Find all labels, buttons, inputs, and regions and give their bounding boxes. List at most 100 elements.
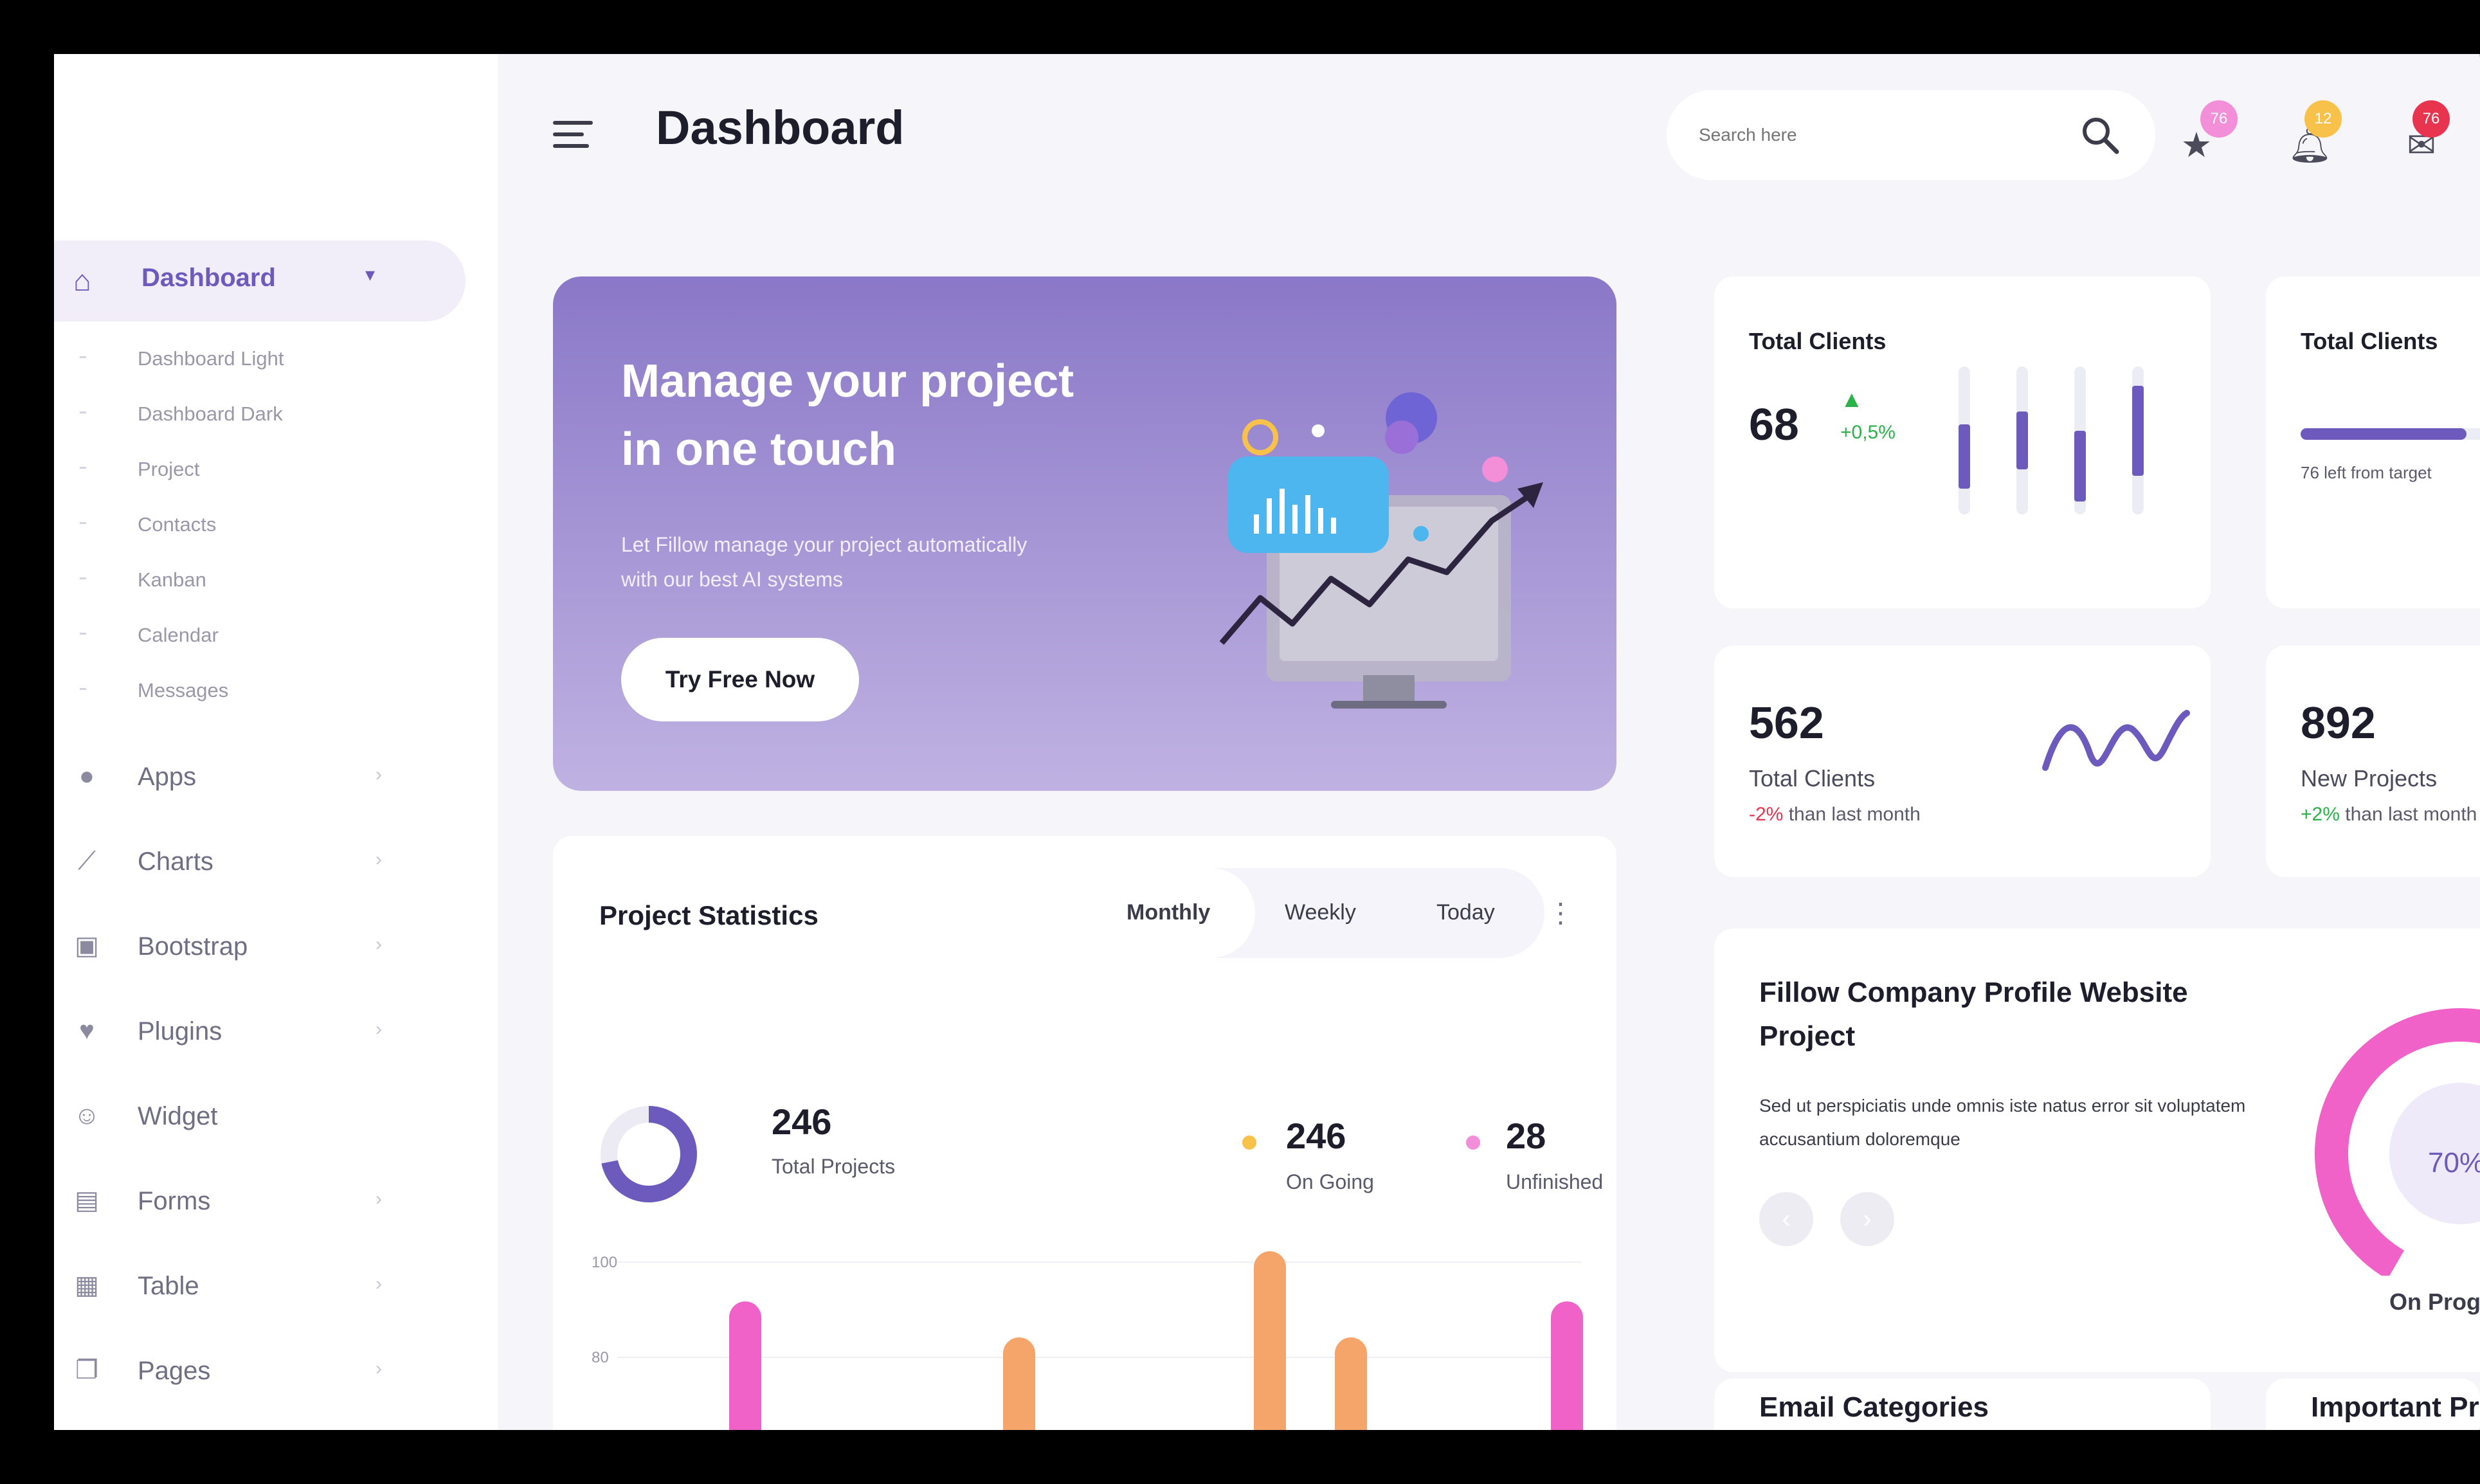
hamburger-menu-icon[interactable] <box>553 121 593 153</box>
card-value: 562 <box>1749 698 1824 748</box>
bullet-icon <box>80 356 86 358</box>
card-value: 892 <box>2301 698 2376 748</box>
card-title: Total Clients <box>2301 328 2438 354</box>
search-icon[interactable] <box>2079 114 2121 156</box>
arrow-right-icon[interactable]: › <box>1840 1192 1894 1246</box>
card-title: Fillow Company Profile Website Project <box>1759 977 2188 1052</box>
heart-icon: ♥ <box>79 1017 95 1045</box>
info-circle-icon: ● <box>78 762 95 790</box>
favorites-badge: 76 <box>2200 100 2238 138</box>
bootstrap-icon: ▣ <box>75 932 99 960</box>
search-bar <box>1667 90 2155 180</box>
chart-bar <box>729 1301 761 1430</box>
chevron-icon: › <box>376 1018 382 1040</box>
sidebar-item-charts[interactable]: ⟋ Charts › <box>54 832 466 890</box>
submenu-label: Project <box>138 458 200 480</box>
important-projects-card: Important Projects <box>2266 1379 2480 1430</box>
card-change-line: +2% than last month <box>2301 804 2477 826</box>
sidebar-item-forms[interactable]: ▤ Forms › <box>54 1172 466 1229</box>
submenu-item-messages[interactable]: Messages <box>54 671 440 710</box>
bullet-icon <box>80 412 86 413</box>
sidebar-item-label: Forms <box>138 1187 211 1215</box>
submenu-label: Dashboard Dark <box>138 403 283 425</box>
user-widget-icon: ☺ <box>73 1101 100 1130</box>
progress-label: On Progress <box>2389 1289 2480 1315</box>
chart-bar <box>1335 1337 1367 1430</box>
chevron-icon: › <box>376 1358 382 1379</box>
chevron-icon: › <box>376 764 382 785</box>
device-frame: ⌂ Dashboard ▾ Dashboard Light Dashboard … <box>0 0 2480 1484</box>
search-input[interactable] <box>1697 118 2034 152</box>
card-value: 68 <box>1749 399 1799 449</box>
submenu-item-kanban[interactable]: Kanban <box>54 561 440 599</box>
line-chart-icon: ⟋ <box>78 847 96 875</box>
table-icon: ▦ <box>75 1271 99 1299</box>
submenu-item-contacts[interactable]: Contacts <box>54 505 440 544</box>
sidebar-item-pages[interactable]: ❐ Pages › <box>54 1341 466 1399</box>
card-title: Important Projects <box>2311 1391 2480 1423</box>
submenu-item-dashboard-dark[interactable]: Dashboard Dark <box>54 395 440 433</box>
app-screen: ⌂ Dashboard ▾ Dashboard Light Dashboard … <box>54 54 2480 1430</box>
progress-track <box>2301 428 2480 440</box>
try-free-now-button[interactable]: Try Free Now <box>621 638 859 721</box>
sidebar-item-apps[interactable]: ● Apps › <box>54 747 466 805</box>
card-description: Sed ut perspiciatis unde omnis iste natu… <box>1759 1096 2246 1149</box>
project-progress-card: Fillow Company Profile Website Project S… <box>1714 928 2480 1372</box>
pages-icon: ❐ <box>75 1356 98 1384</box>
sidebar-item-label: Plugins <box>138 1017 222 1045</box>
chart-bar <box>1551 1301 1583 1430</box>
submenu-label: Dashboard Light <box>138 347 284 370</box>
arrow-up-icon: ▲ <box>1840 386 1863 412</box>
submenu-label: Kanban <box>138 568 206 591</box>
hero-banner: Manage your project in one touch Let Fill… <box>553 276 1616 791</box>
sidebar-item-dashboard[interactable]: ⌂ Dashboard ▾ <box>54 240 466 321</box>
arrow-left-icon[interactable]: ‹ <box>1759 1192 1813 1246</box>
card-change: +0,5% <box>1840 422 1896 443</box>
project-statistics-card: Project Statistics Monthly Weekly Today … <box>553 836 1616 1430</box>
chevron-icon: › <box>376 1273 382 1294</box>
total-clients-bars-card: Total Clients 68 ▲ +0,5% <box>1714 276 2211 608</box>
submenu-item-project[interactable]: Project <box>54 450 440 489</box>
email-categories-card: Email Categories <box>1714 1379 2211 1430</box>
sidebar-item-table[interactable]: ▦ Table › <box>54 1256 466 1314</box>
card-subtitle: 76 left from target <box>2301 463 2432 482</box>
sparkline-chart <box>2042 710 2190 771</box>
bullet-icon <box>80 522 86 524</box>
sidebar-item-widget[interactable]: ☺ Widget <box>54 1087 466 1145</box>
sidebar-item-label: Charts <box>138 847 213 876</box>
card-label: New Projects <box>2301 765 2438 792</box>
card-label: Total Clients <box>1749 765 1876 792</box>
dashboard-illustration <box>1219 392 1543 709</box>
hero-title-line: in one touch <box>621 424 896 475</box>
bullet-icon <box>80 633 86 635</box>
sidebar: ⌂ Dashboard ▾ Dashboard Light Dashboard … <box>54 54 498 1430</box>
submenu-item-calendar[interactable]: Calendar <box>54 616 440 655</box>
bullet-icon <box>80 467 86 469</box>
bullet-icon <box>80 577 86 579</box>
sidebar-item-label: Bootstrap <box>138 932 248 961</box>
submenu-label: Calendar <box>138 624 219 646</box>
home-icon: ⌂ <box>73 264 91 297</box>
hero-description: Let Fillow manage your project automatic… <box>621 527 1174 597</box>
chevron-icon: › <box>376 849 382 870</box>
bar-chart-area <box>553 836 1616 1430</box>
card-title: Total Clients <box>1749 328 1887 354</box>
progress-value: 70% <box>2428 1147 2480 1179</box>
submenu-item-dashboard-light[interactable]: Dashboard Light <box>54 339 440 378</box>
hero-description-line: with our best AI systems <box>621 568 844 591</box>
sidebar-item-label: Table <box>138 1272 199 1300</box>
card-change: +2% <box>2301 804 2340 825</box>
sidebar-item-plugins[interactable]: ♥ Plugins › <box>54 1002 466 1060</box>
bullet-icon <box>80 688 86 690</box>
chevron-icon: › <box>376 934 382 955</box>
sidebar-item-label: Widget <box>138 1102 218 1130</box>
card-change-line: -2% than last month <box>1749 804 1921 826</box>
messages-badge: 76 <box>2412 100 2450 138</box>
total-clients-trend-card: 562 Total Clients -2% than last month <box>1714 646 2211 877</box>
sidebar-item-bootstrap[interactable]: ▣ Bootstrap › <box>54 917 466 975</box>
chevron-down-icon: ▾ <box>365 264 376 285</box>
chevron-icon: › <box>376 1188 382 1209</box>
hero-title: Manage your project in one touch <box>621 347 1200 484</box>
page-title: Dashboard <box>656 101 905 154</box>
hero-description-line: Let Fillow manage your project automatic… <box>621 533 1027 556</box>
